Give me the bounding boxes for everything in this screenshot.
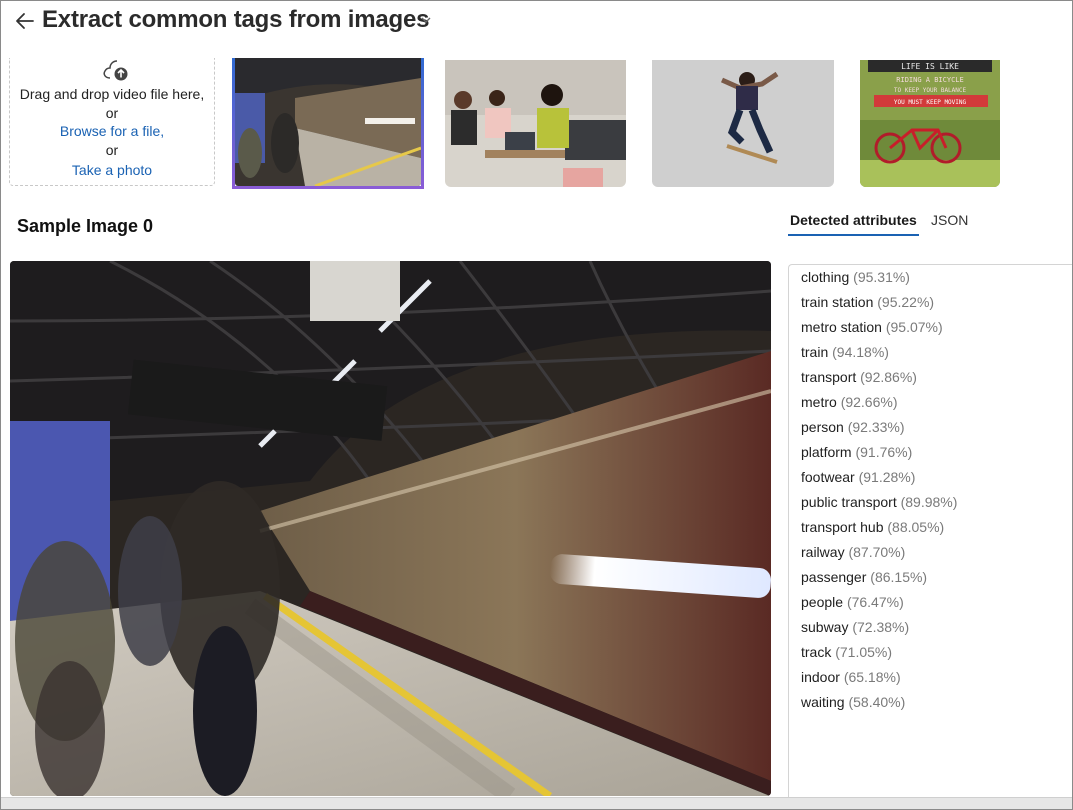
attribute-score: (95.31%) [853, 269, 910, 285]
attribute-score: (65.18%) [843, 669, 901, 685]
attribute-name: platform [801, 444, 852, 460]
attribute-score: (89.98%) [900, 494, 958, 510]
attribute-name: footwear [801, 469, 855, 485]
attribute-item: track (71.05%) [801, 642, 957, 667]
attribute-name: people [801, 594, 844, 610]
attribute-score: (88.05%) [887, 519, 945, 535]
attribute-item: train (94.18%) [801, 342, 957, 367]
attribute-name: waiting [801, 694, 845, 710]
attribute-name: railway [801, 544, 845, 560]
attribute-name: passenger [801, 569, 867, 585]
attribute-item: indoor (65.18%) [801, 667, 957, 692]
svg-text:LIFE IS LIKE: LIFE IS LIKE [901, 62, 959, 71]
attribute-score: (58.40%) [848, 694, 906, 710]
attribute-score: (91.28%) [858, 469, 916, 485]
attribute-score: (76.47%) [846, 594, 904, 610]
attribute-item: passenger (86.15%) [801, 567, 957, 592]
attribute-item: clothing (95.31%) [801, 267, 957, 292]
attribute-item: platform (91.76%) [801, 442, 957, 467]
attribute-score: (72.38%) [852, 619, 910, 635]
attribute-score: (92.86%) [860, 369, 917, 385]
upload-dropzone[interactable]: Drag and drop video file here, or Browse… [9, 58, 215, 186]
attribute-name: train [801, 344, 829, 360]
attribute-item: footwear (91.28%) [801, 467, 957, 492]
take-photo-link[interactable]: Take a photo [10, 162, 214, 178]
attribute-name: subway [801, 619, 849, 635]
attributes-list: clothing (95.31%) train station (95.22%)… [801, 267, 957, 717]
page-title: Extract common tags from images [42, 6, 430, 33]
detected-attributes-panel: clothing (95.31%) train station (95.22%)… [788, 264, 1073, 804]
main-sample-image [10, 261, 771, 796]
svg-text:YOU MUST KEEP MOVING: YOU MUST KEEP MOVING [894, 99, 967, 106]
sample-thumbnail-bicycle-poster[interactable]: LIFE IS LIKE RIDING A BICYCLE TO KEEP YO… [860, 60, 1000, 187]
attribute-item: waiting (58.40%) [801, 692, 957, 717]
tab-detected-attributes[interactable]: Detected attributes [788, 206, 919, 236]
sample-thumbnail-meeting[interactable] [445, 60, 626, 187]
attribute-score: (95.22%) [877, 294, 935, 310]
attribute-name: metro station [801, 319, 882, 335]
attribute-item: subway (72.38%) [801, 617, 957, 642]
attribute-name: public transport [801, 494, 897, 510]
attribute-item: person (92.33%) [801, 417, 957, 442]
attribute-name: clothing [801, 269, 850, 285]
sample-thumbnail-subway[interactable] [232, 58, 424, 189]
attribute-score: (92.66%) [840, 394, 898, 410]
attribute-item: transport (92.86%) [801, 367, 957, 392]
attribute-name: track [801, 644, 832, 660]
attribute-name: train station [801, 294, 874, 310]
attribute-score: (92.33%) [847, 419, 905, 435]
cloud-upload-icon [103, 60, 128, 81]
back-arrow-icon[interactable] [14, 10, 36, 32]
attribute-score: (91.76%) [855, 444, 913, 460]
attribute-item: metro (92.66%) [801, 392, 957, 417]
attribute-item: transport hub (88.05%) [801, 517, 957, 542]
attribute-name: transport hub [801, 519, 884, 535]
attribute-item: railway (87.70%) [801, 542, 957, 567]
svg-text:TO KEEP YOUR BALANCE: TO KEEP YOUR BALANCE [894, 87, 967, 94]
sample-image-title: Sample Image 0 [17, 216, 154, 236]
sample-thumbnail-skateboarder[interactable] [652, 60, 834, 187]
chevron-down-icon[interactable] [420, 14, 432, 26]
attribute-score: (87.70%) [848, 544, 906, 560]
attribute-name: indoor [801, 669, 840, 685]
attribute-score: (71.05%) [835, 644, 893, 660]
tab-json[interactable]: JSON [929, 206, 970, 234]
upload-or-text: or [105, 142, 119, 158]
attribute-score: (86.15%) [870, 569, 928, 585]
horizontal-scrollbar[interactable] [0, 797, 1073, 810]
attribute-item: public transport (89.98%) [801, 492, 957, 517]
attribute-score: (94.18%) [832, 344, 889, 360]
attribute-name: transport [801, 369, 857, 385]
upload-or-text: or [105, 105, 119, 121]
upload-instructions: Drag and drop video file here, [19, 86, 205, 102]
attribute-name: metro [801, 394, 837, 410]
attribute-score: (95.07%) [885, 319, 943, 335]
browse-file-link[interactable]: Browse for a file, [10, 123, 214, 139]
attribute-item: people (76.47%) [801, 592, 957, 617]
attribute-name: person [801, 419, 844, 435]
svg-text:RIDING A BICYCLE: RIDING A BICYCLE [896, 76, 963, 84]
attribute-item: train station (95.22%) [801, 292, 957, 317]
attribute-item: metro station (95.07%) [801, 317, 957, 342]
